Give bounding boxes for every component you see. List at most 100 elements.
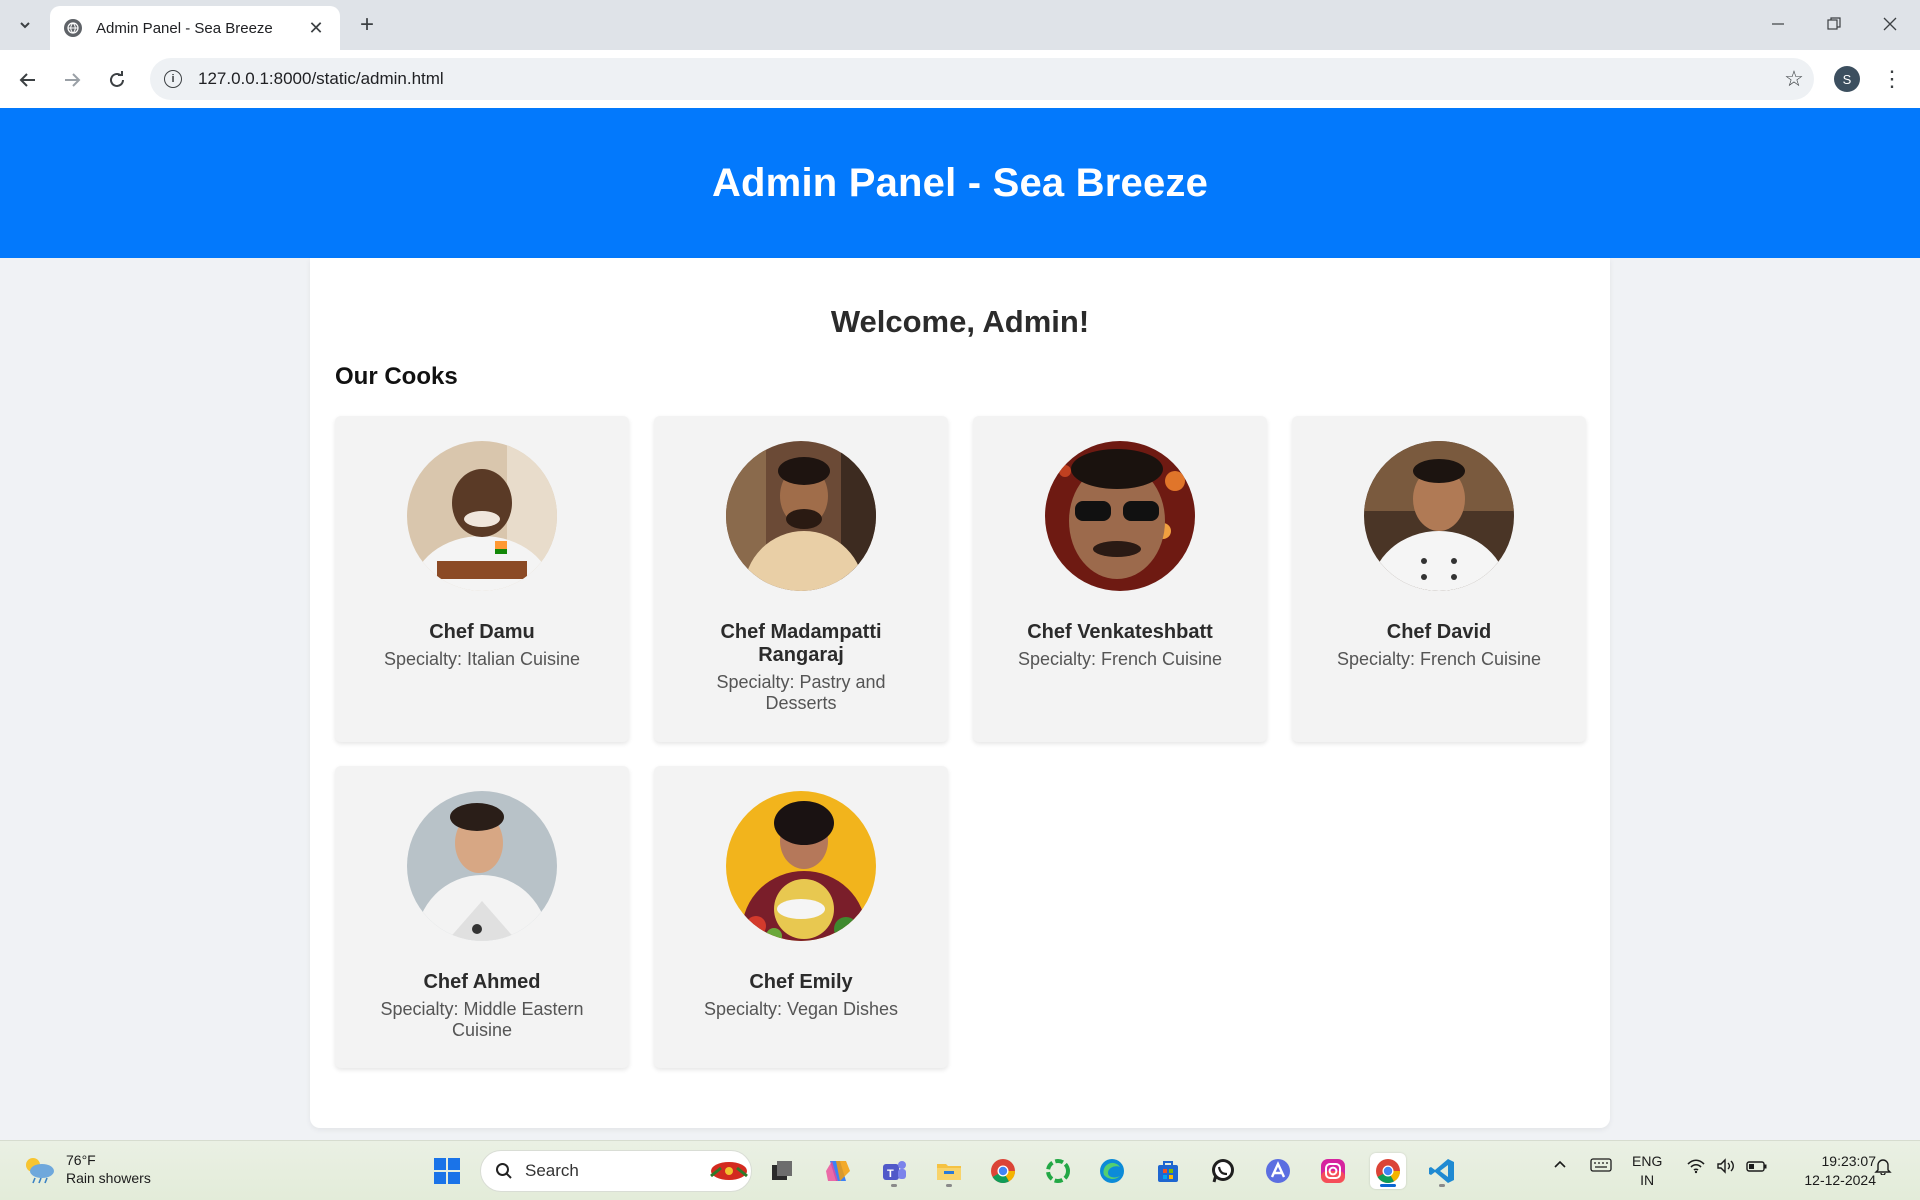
- task-view-icon: [772, 1161, 792, 1180]
- file-explorer-button[interactable]: [931, 1153, 967, 1189]
- chrome-profile-button-active[interactable]: [1370, 1153, 1406, 1189]
- profile-avatar[interactable]: S: [1834, 66, 1860, 92]
- cook-photo: [726, 441, 876, 591]
- cook-card: Chef David Specialty: French Cuisine: [1292, 416, 1586, 742]
- close-window-button[interactable]: [1862, 0, 1918, 48]
- start-button[interactable]: [429, 1153, 465, 1189]
- running-indicator: [946, 1184, 952, 1187]
- search-placeholder: Search: [525, 1161, 579, 1180]
- section-title: Our Cooks: [335, 363, 458, 390]
- cook-photo: [1364, 441, 1514, 591]
- chrome-icon: [991, 1159, 1015, 1184]
- teams-button[interactable]: T: [876, 1153, 912, 1189]
- edge-icon: [1100, 1159, 1124, 1183]
- cook-card: Chef Ahmed Specialty: Middle Eastern Cui…: [335, 766, 629, 1068]
- tab-search-button[interactable]: [8, 9, 42, 41]
- instagram-button[interactable]: [1315, 1153, 1351, 1189]
- restore-button[interactable]: [1806, 0, 1862, 48]
- poinsettia-icon: [710, 1162, 748, 1180]
- arc-app-button[interactable]: [1260, 1153, 1296, 1189]
- page-header: Admin Panel - Sea Breeze: [0, 108, 1920, 258]
- clock-date: 12-12-2024: [1804, 1172, 1876, 1188]
- windows-logo-icon: [434, 1158, 460, 1184]
- network-status[interactable]: [1686, 1158, 1706, 1177]
- browser-menu-icon[interactable]: ⋮: [1880, 64, 1904, 94]
- forward-button[interactable]: [54, 62, 90, 98]
- reload-icon: [110, 71, 124, 87]
- browser-tab-active[interactable]: Admin Panel - Sea Breeze ✕: [50, 6, 340, 50]
- wifi-icon: [1687, 1159, 1705, 1174]
- triangle-app-icon: [1266, 1159, 1290, 1183]
- tab-close-icon[interactable]: ✕: [306, 18, 326, 38]
- cooks-grid: Chef Damu Specialty: Italian Cuisine Che…: [335, 416, 1586, 1068]
- tab-title: Admin Panel - Sea Breeze: [96, 19, 273, 37]
- cook-photo: [407, 441, 557, 591]
- bookmark-star-icon[interactable]: ☆: [1774, 66, 1814, 92]
- cook-card: Chef Madampatti Rangaraj Specialty: Past…: [654, 416, 948, 742]
- url-text: 127.0.0.1:8000/static/admin.html: [198, 69, 444, 88]
- store-button[interactable]: [1150, 1153, 1186, 1189]
- cook-photo: [726, 791, 876, 941]
- copilot-button[interactable]: [820, 1153, 856, 1189]
- whatsapp-icon: [1212, 1159, 1234, 1183]
- cook-photo: [407, 791, 557, 941]
- page-title: Admin Panel - Sea Breeze: [711, 160, 1209, 205]
- restore-icon: [1827, 17, 1841, 30]
- minimize-icon: [1772, 23, 1784, 25]
- language-indicator[interactable]: ENG IN: [1632, 1152, 1662, 1190]
- green-ring-icon: [1046, 1159, 1070, 1183]
- volume-status[interactable]: [1716, 1158, 1736, 1177]
- site-info-icon[interactable]: i: [164, 70, 182, 88]
- arrow-right-icon: [65, 73, 81, 87]
- cook-specialty: Specialty: Vegan Dishes: [703, 999, 899, 1019]
- clock-time: 19:23:07: [1821, 1153, 1877, 1169]
- keyboard-tray-button[interactable]: [1590, 1157, 1612, 1176]
- battery-status[interactable]: [1746, 1158, 1768, 1177]
- svg-text:T: T: [887, 1168, 894, 1180]
- cook-name: Chef Emily: [749, 971, 853, 993]
- main-container: Welcome, Admin! Our Cooks Chef Damu Spec…: [310, 258, 1610, 1128]
- reload-button[interactable]: [99, 62, 135, 98]
- folder-icon: [937, 1164, 961, 1180]
- chrome-button[interactable]: [985, 1153, 1021, 1189]
- rain-cloud-icon: [26, 1158, 54, 1184]
- chrome-icon: [1376, 1159, 1400, 1184]
- cook-card: Chef Damu Specialty: Italian Cuisine: [335, 416, 629, 742]
- cook-specialty: Specialty: French Cuisine: [1017, 649, 1223, 669]
- whatsapp-button[interactable]: [1205, 1153, 1241, 1189]
- weather-temperature: 76°F: [66, 1152, 96, 1168]
- chevron-down-icon: [20, 22, 30, 29]
- search-icon: [496, 1163, 512, 1179]
- weather-condition: Rain showers: [66, 1170, 151, 1186]
- show-hidden-icons-button[interactable]: [1552, 1157, 1568, 1176]
- taskbar: 76°F Rain showers Search T ENG IN 19:23:…: [0, 1140, 1920, 1200]
- app-ring-button[interactable]: [1040, 1153, 1076, 1189]
- notifications-button[interactable]: [1874, 1157, 1892, 1178]
- page-viewport: Admin Panel - Sea Breeze Welcome, Admin!…: [0, 108, 1920, 1140]
- task-view-button[interactable]: [764, 1153, 800, 1189]
- bell-icon: [1874, 1159, 1892, 1176]
- cook-name: Chef Madampatti Rangaraj: [720, 621, 882, 666]
- store-icon: [1158, 1161, 1178, 1182]
- system-clock[interactable]: 19:23:07 12-12-2024: [1786, 1152, 1876, 1190]
- keyboard-icon: [1590, 1158, 1612, 1172]
- vscode-button[interactable]: [1424, 1153, 1460, 1189]
- minimize-button[interactable]: [1750, 0, 1806, 48]
- arrow-left-icon: [19, 73, 35, 87]
- weather-widget[interactable]: 76°F Rain showers: [22, 1151, 151, 1187]
- back-button[interactable]: [10, 62, 46, 98]
- battery-icon: [1746, 1161, 1767, 1172]
- running-indicator: [1439, 1184, 1445, 1187]
- address-bar[interactable]: i 127.0.0.1:8000/static/admin.html ☆: [150, 58, 1814, 100]
- cook-name: Chef Damu: [429, 621, 535, 643]
- cook-name: Chef Venkateshbatt: [1027, 621, 1213, 643]
- cook-name: Chef David: [1386, 621, 1492, 643]
- new-tab-button[interactable]: +: [352, 10, 382, 40]
- running-indicator: [891, 1184, 897, 1187]
- edge-button[interactable]: [1094, 1153, 1130, 1189]
- taskbar-search-box[interactable]: Search: [480, 1150, 752, 1192]
- instagram-icon: [1321, 1159, 1345, 1183]
- cook-specialty: Specialty: Middle Eastern Cuisine: [380, 999, 584, 1040]
- cook-specialty: Specialty: Pastry and Desserts: [716, 672, 886, 713]
- globe-icon: [64, 19, 82, 37]
